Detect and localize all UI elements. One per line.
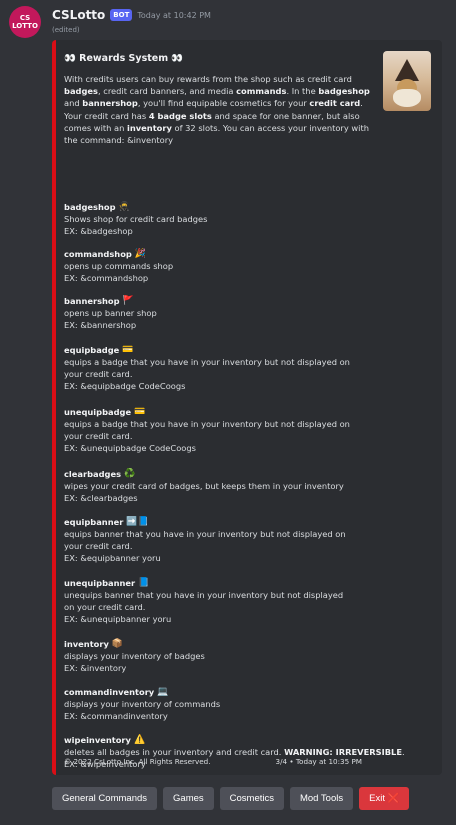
- cosmetics-button[interactable]: Cosmetics: [219, 787, 284, 810]
- field-name-text: unequipbanner: [64, 578, 136, 588]
- credit-card-icon: 💳: [122, 344, 134, 355]
- bot-message: CS LOTTO CSLotto BOT Today at 10:42 PM (…: [0, 0, 456, 825]
- party-popper-icon: 🎉: [134, 248, 147, 259]
- recycle-icon: ♻️: [124, 468, 136, 479]
- arrow-book-icon: ➡️📘: [126, 516, 149, 527]
- field-name: clearbadges ♻️: [64, 468, 434, 480]
- book-icon: 📘: [138, 577, 150, 588]
- field-name-text: equipbanner: [64, 517, 124, 527]
- red-flag-icon: 🚩: [122, 295, 134, 306]
- embed-field-clearbadges: clearbadges ♻️ wipes your credit card of b…: [64, 468, 434, 504]
- field-value: opens up banner shop EX: &bannershop: [64, 308, 157, 331]
- field-value: displays your inventory of badges EX: &i…: [64, 651, 205, 674]
- embed-field-unequipbanner: unequipbanner 📘 unequips banner that you h…: [64, 577, 434, 626]
- warning-icon: ⚠️: [133, 734, 146, 745]
- bot-avatar[interactable]: CS LOTTO: [9, 6, 41, 38]
- embed-field-commandshop: commandshop 🎉 opens up commands shop EX: &…: [64, 248, 434, 284]
- avatar-logo-text: CS LOTTO: [12, 14, 38, 30]
- field-name: commandinventory 💻: [64, 686, 434, 698]
- wizard-thumbnail[interactable]: [383, 51, 431, 111]
- field-value: Shows shop for credit card badges EX: &b…: [64, 214, 208, 237]
- embed-field-inventory: inventory 📦 displays your inventory of bad…: [64, 638, 434, 674]
- field-name-text: bannershop: [64, 296, 120, 306]
- package-icon: 📦: [111, 638, 124, 649]
- field-value: equips a badge that you have in your inv…: [64, 357, 350, 392]
- embed-field-commandinventory: commandinventory 💻 displays your inventory…: [64, 686, 434, 722]
- field-name: unequipbadge 💳: [64, 406, 434, 418]
- field-name-text: clearbadges: [64, 469, 122, 479]
- rewards-embed: 👀 Rewards System 👀 With credits users ca…: [52, 40, 442, 775]
- field-name-text: inventory: [64, 639, 109, 649]
- mod-tools-button[interactable]: Mod Tools: [289, 787, 354, 810]
- field-value: displays your inventory of commands EX: …: [64, 699, 221, 722]
- field-name: bannershop 🚩: [64, 295, 434, 307]
- field-name-text: unequipbadge: [64, 407, 132, 417]
- field-value: opens up commands shop EX: &commandshop: [64, 261, 174, 284]
- field-value: equips a badge that you have in your inv…: [64, 419, 350, 454]
- embed-footer-timestamp: 3/4 • Today at 10:35 PM: [275, 757, 363, 766]
- field-value: wipes your credit card of badges, but ke…: [64, 481, 344, 504]
- field-name: equipbanner ➡️📘: [64, 516, 434, 528]
- field-name-text: wipeinventory: [64, 735, 131, 745]
- laptop-icon: 💻: [157, 686, 169, 697]
- field-name: commandshop 🎉: [64, 248, 434, 260]
- message-timestamp: Today at 10:42 PM: [137, 10, 211, 20]
- field-name-text: commandinventory: [64, 687, 155, 697]
- embed-field-equipbanner: equipbanner ➡️📘 equips banner that you hav…: [64, 516, 434, 565]
- general-commands-button[interactable]: General Commands: [52, 787, 158, 810]
- embed-footer-text: © 2022 CsLotto Inc. All Rights Reserved.: [64, 757, 211, 766]
- embed-field-equipbadge: equipbadge 💳 equips a badge that you have …: [64, 344, 434, 393]
- field-name: badgeshop 🥷: [64, 201, 434, 213]
- field-name-text: commandshop: [64, 249, 132, 259]
- field-value: equips banner that you have in your inve…: [64, 529, 346, 564]
- bot-tag-badge: BOT: [110, 9, 133, 21]
- bot-username[interactable]: CSLotto: [52, 8, 105, 22]
- field-name: equipbadge 💳: [64, 344, 434, 356]
- embed-field-bannershop: bannershop 🚩 opens up banner shop EX: &ban…: [64, 295, 434, 331]
- action-button-row: General Commands Games Cosmetics Mod Tools E…: [52, 787, 410, 810]
- edited-label: (edited): [52, 26, 80, 34]
- exit-button[interactable]: Exit ❌: [359, 787, 410, 810]
- embed-field-badgeshop: badgeshop 🥷 Shows shop for credit card bad…: [64, 201, 434, 237]
- embed-description: With credits users can buy rewards from …: [64, 74, 370, 146]
- field-name-text: equipbadge: [64, 345, 120, 355]
- field-name-text: badgeshop: [64, 202, 116, 212]
- field-name: unequipbanner 📘: [64, 577, 434, 589]
- embed-title: 👀 Rewards System 👀: [64, 53, 184, 64]
- credit-card-icon: 💳: [134, 406, 146, 417]
- embed-field-unequipbadge: unequipbadge 💳 equips a badge that you hav…: [64, 406, 434, 455]
- games-button[interactable]: Games: [163, 787, 214, 810]
- field-name: inventory 📦: [64, 638, 434, 650]
- field-name: wipeinventory ⚠️: [64, 734, 434, 746]
- field-value: unequips banner that you have in your in…: [64, 590, 344, 625]
- message-header: CSLotto BOT Today at 10:42 PM: [52, 7, 211, 23]
- ninja-icon: 🥷: [118, 201, 130, 212]
